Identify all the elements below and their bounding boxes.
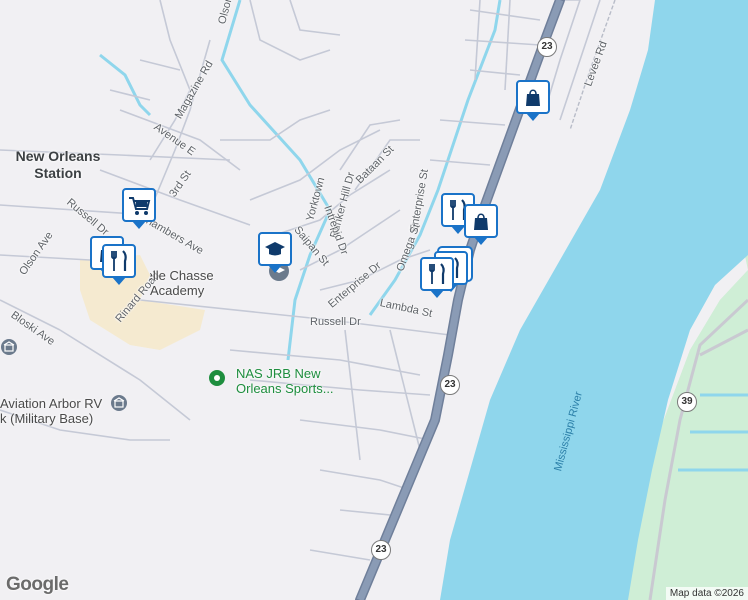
map-canvas[interactable]: Olson Magazine Rd Avenue E 3rd St Chambe…	[0, 0, 748, 600]
google-logo: Google	[6, 574, 69, 595]
restaurant-icon[interactable]	[420, 257, 454, 298]
park-icon[interactable]	[208, 369, 226, 392]
route-shield: 23	[371, 540, 391, 560]
map-attribution[interactable]: Map data ©2026	[665, 587, 748, 600]
route-shield: 39	[677, 392, 697, 412]
shopping-cart-icon[interactable]	[122, 188, 156, 229]
shopping-bag-icon[interactable]	[516, 80, 550, 121]
route-shield: 23	[537, 37, 557, 57]
poi-label-academy[interactable]: Belle Chasse Academy	[150, 268, 270, 298]
poi-label-sports[interactable]: NAS JRB New Orleans Sports...	[236, 366, 334, 396]
poi-label-aviation[interactable]: Aviation Arbor RV k (Military Base)	[0, 396, 102, 426]
shopping-bag-icon[interactable]	[464, 204, 498, 245]
street-label: Russell Dr	[310, 316, 361, 328]
restaurant-icon[interactable]	[102, 244, 136, 285]
place-label-station[interactable]: New Orleans Station	[4, 148, 112, 182]
map-base-layer	[0, 0, 748, 600]
museum-icon[interactable]	[0, 338, 18, 361]
route-shield: 23	[440, 375, 460, 395]
school-icon[interactable]	[258, 232, 292, 273]
museum-icon[interactable]	[110, 394, 128, 417]
